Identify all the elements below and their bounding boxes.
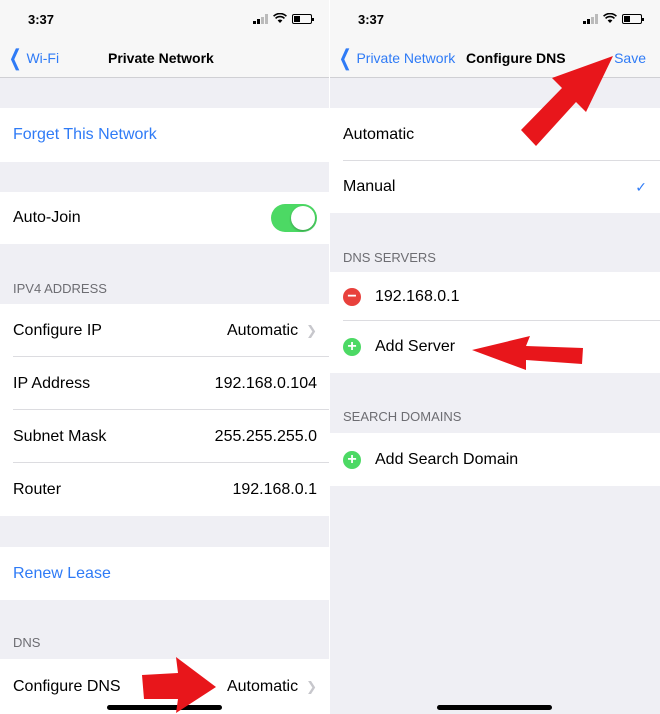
configure-dns-screen: 3:37 ❮ Private Network Configure DNS Sav… xyxy=(330,0,660,714)
back-label: Wi-Fi xyxy=(26,50,60,66)
status-icons xyxy=(253,13,314,24)
disclosure-chevron-icon: ❯ xyxy=(306,322,317,338)
configure-dns-label: Configure DNS xyxy=(13,677,121,695)
status-bar: 3:37 xyxy=(0,0,330,40)
subnet-mask-label: Subnet Mask xyxy=(13,427,107,445)
signal-icon xyxy=(583,13,598,24)
ip-address-label: IP Address xyxy=(13,374,91,392)
auto-join-label: Auto-Join xyxy=(13,209,81,226)
router-label: Router xyxy=(13,480,62,498)
add-circle-icon: + xyxy=(343,450,361,469)
signal-icon xyxy=(253,13,268,24)
status-bar: 3:37 xyxy=(330,0,660,40)
home-indicator xyxy=(437,705,552,710)
status-time: 3:37 xyxy=(28,12,55,27)
wifi-icon xyxy=(603,13,617,23)
home-indicator xyxy=(107,705,222,710)
back-chevron-icon: ❮ xyxy=(338,45,352,70)
private-network-screen: 3:37 ❮ Wi-Fi Private Network Forget This… xyxy=(0,0,330,714)
configure-ip-value: Automatic xyxy=(226,321,299,339)
configure-ip-row[interactable]: Configure IP Automatic ❯ xyxy=(0,304,330,357)
dns-header: DNS xyxy=(13,635,41,650)
dns-servers-header: DNS SERVERS xyxy=(343,250,436,265)
configure-dns-value: Automatic xyxy=(226,677,299,695)
ip-address-value: 192.168.0.104 xyxy=(214,374,317,392)
search-domains-header: SEARCH DOMAINS xyxy=(343,409,462,424)
add-server-button[interactable]: + Add Server xyxy=(330,321,660,373)
manual-label: Manual xyxy=(343,178,396,195)
save-button[interactable]: Save xyxy=(614,50,646,66)
add-circle-icon: + xyxy=(343,338,361,356)
router-row: Router 192.168.0.1 xyxy=(0,463,330,516)
ip-address-row: IP Address 192.168.0.104 xyxy=(0,357,330,410)
dns-mode-manual[interactable]: Manual ✓ xyxy=(330,161,660,213)
battery-icon xyxy=(292,13,314,24)
renew-lease-label: Renew Lease xyxy=(13,564,111,582)
nav-title: Configure DNS xyxy=(466,50,566,66)
subnet-mask-value: 255.255.255.0 xyxy=(214,427,317,445)
renew-lease-button[interactable]: Renew Lease xyxy=(0,547,330,600)
router-value: 192.168.0.1 xyxy=(232,480,317,498)
dns-server-row: − 192.168.0.1 xyxy=(330,272,660,321)
nav-bar: ❮ Wi-Fi Private Network xyxy=(0,40,330,78)
forget-network-label: Forget This Network xyxy=(13,126,157,143)
add-search-domain-label: Add Search Domain xyxy=(375,450,519,468)
dns-mode-automatic[interactable]: Automatic xyxy=(330,108,660,161)
add-search-domain-button[interactable]: + Add Search Domain xyxy=(330,433,660,486)
back-label: Private Network xyxy=(356,50,456,66)
status-time: 3:37 xyxy=(358,12,385,27)
toggle-knob xyxy=(291,206,315,230)
disclosure-chevron-icon: ❯ xyxy=(306,678,317,694)
nav-title: Private Network xyxy=(108,50,214,66)
subnet-mask-row: Subnet Mask 255.255.255.0 xyxy=(0,410,330,463)
checkmark-icon: ✓ xyxy=(635,178,647,195)
forget-network-button[interactable]: Forget This Network xyxy=(0,108,330,162)
status-icons xyxy=(583,13,644,24)
back-chevron-icon: ❮ xyxy=(8,45,22,70)
delete-circle-icon[interactable]: − xyxy=(343,287,361,306)
auto-join-row: Auto-Join xyxy=(0,192,330,244)
auto-join-toggle[interactable] xyxy=(271,204,317,232)
configure-ip-label: Configure IP xyxy=(13,321,102,339)
add-server-label: Add Server xyxy=(375,338,456,355)
automatic-label: Automatic xyxy=(343,125,415,143)
dns-server-value: 192.168.0.1 xyxy=(375,287,460,305)
back-button[interactable]: ❮ Wi-Fi xyxy=(6,45,60,70)
wifi-icon xyxy=(273,13,287,23)
nav-bar: ❮ Private Network Configure DNS Save xyxy=(330,40,660,78)
back-button[interactable]: ❮ Private Network xyxy=(336,45,456,70)
ipv4-header: IPV4 ADDRESS xyxy=(13,281,107,296)
battery-icon xyxy=(622,13,644,24)
